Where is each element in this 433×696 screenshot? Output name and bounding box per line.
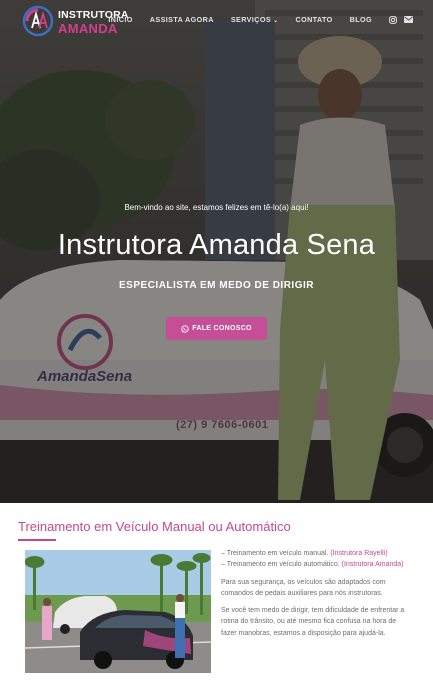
hero-title: Instrutora Amanda Sena	[57, 229, 376, 261]
nav-item-blog[interactable]: BLOG	[350, 15, 372, 24]
hero-subtitle: ESPECIALISTA EM MEDO DE DIRIGIR	[119, 280, 314, 291]
top-navigation: INSTRUTORA AMANDA INÍCIO ASSISTA AGORA S…	[0, 0, 433, 42]
main-menu: INÍCIO ASSISTA AGORA SERVIÇOS ⌄ CONTATO B…	[91, 15, 413, 24]
logo-mark-icon	[22, 5, 54, 37]
fear-paragraph: Se você tem medo de dirigir, tem dificul…	[221, 607, 405, 637]
section-title-underline	[18, 539, 56, 541]
service-item-manual-note: (Instrutora Rayelli)	[330, 550, 388, 557]
envelope-icon[interactable]	[404, 16, 413, 23]
contact-button-label: FALE CONOSCO	[192, 325, 252, 332]
safety-paragraph: Para sua segurança, os veículos são adap…	[221, 578, 386, 597]
service-item-automatic-note: (Instrutora Amanda)	[341, 561, 404, 569]
hero-welcome-text: Bem-vindo ao site, estamos felizes em tê…	[124, 203, 309, 212]
whatsapp-icon	[181, 324, 189, 333]
nav-item-contato[interactable]: CONTATO	[295, 15, 332, 24]
service-item-manual: – Treinamento em veículo manual.	[221, 550, 329, 557]
section-text: – Treinamento em veículo manual. (Instru…	[221, 548, 409, 645]
nav-item-servicos[interactable]: SERVIÇOS ⌄	[231, 15, 279, 24]
instagram-icon[interactable]	[389, 15, 397, 24]
service-list: – Treinamento em veículo manual. (Instru…	[221, 548, 409, 571]
service-item-automatic: – Treinamento em veículo automático.	[221, 561, 340, 569]
nav-item-servicos-label: SERVIÇOS	[230, 15, 272, 24]
chevron-down-icon: ⌄	[273, 18, 279, 24]
contact-button[interactable]: FALE CONOSCO	[166, 317, 267, 340]
social-links	[389, 15, 413, 24]
nav-item-assista-agora[interactable]: ASSISTA AGORA	[150, 15, 214, 24]
section-title: Treinamento em Veículo Manual ou Automát…	[18, 519, 291, 534]
training-cars-photo	[25, 550, 211, 673]
nav-item-inicio[interactable]: INÍCIO	[108, 15, 132, 24]
